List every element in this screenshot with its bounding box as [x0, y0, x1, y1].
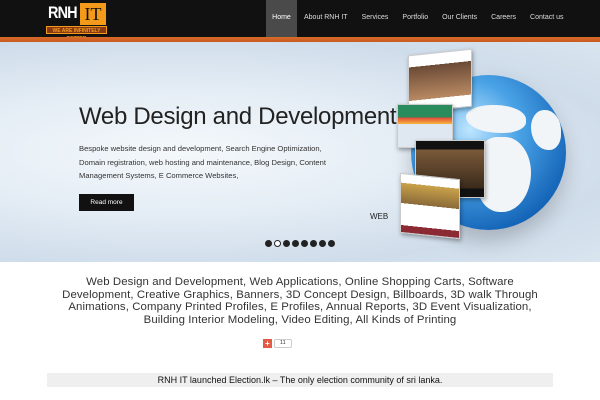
services-tagline: Web Design and Development, Web Applicat…	[62, 276, 538, 326]
google-plus-share[interactable]: + 11	[263, 339, 292, 348]
slide-dot-active[interactable]	[274, 240, 281, 247]
nav-careers[interactable]: Careers	[484, 0, 523, 37]
share-count: 11	[274, 339, 292, 348]
hero-description: Bespoke website design and development, …	[79, 144, 326, 180]
slide-dot[interactable]	[283, 240, 290, 247]
header: RNH IT WE ARE INFINITELY BETTER Home Abo…	[0, 0, 600, 42]
google-plus-icon[interactable]: +	[263, 339, 272, 348]
slide-dot[interactable]	[265, 240, 272, 247]
slide-dot[interactable]	[310, 240, 317, 247]
logo-accent: IT	[80, 3, 106, 25]
slide-dot[interactable]	[292, 240, 299, 247]
website-screenshot	[400, 172, 460, 240]
image-caption: WEB	[370, 212, 389, 221]
nav-home[interactable]: Home	[266, 0, 297, 37]
logo-slogan: WE ARE INFINITELY BETTER	[46, 26, 107, 42]
nav-portfolio[interactable]: Portfolio	[395, 0, 435, 37]
slide-dot[interactable]	[328, 240, 335, 247]
main-nav: Home About RNH IT Services Portfolio Our…	[266, 0, 571, 37]
logo-name: RNH	[48, 3, 78, 22]
read-more-button[interactable]: Read more	[79, 194, 134, 211]
nav-services[interactable]: Services	[355, 0, 396, 37]
slide-dot[interactable]	[301, 240, 308, 247]
nav-contact[interactable]: Contact us	[523, 0, 570, 37]
slide-dot[interactable]	[319, 240, 326, 247]
news-banner[interactable]: RNH IT launched Election.lk – The only e…	[47, 373, 553, 387]
nav-about[interactable]: About RNH IT	[297, 0, 355, 37]
nav-clients[interactable]: Our Clients	[435, 0, 484, 37]
logo[interactable]: RNH IT WE ARE INFINITELY BETTER	[46, 3, 107, 42]
hero-title: Web Design and Development	[79, 103, 397, 130]
slider-pagination	[265, 240, 335, 247]
